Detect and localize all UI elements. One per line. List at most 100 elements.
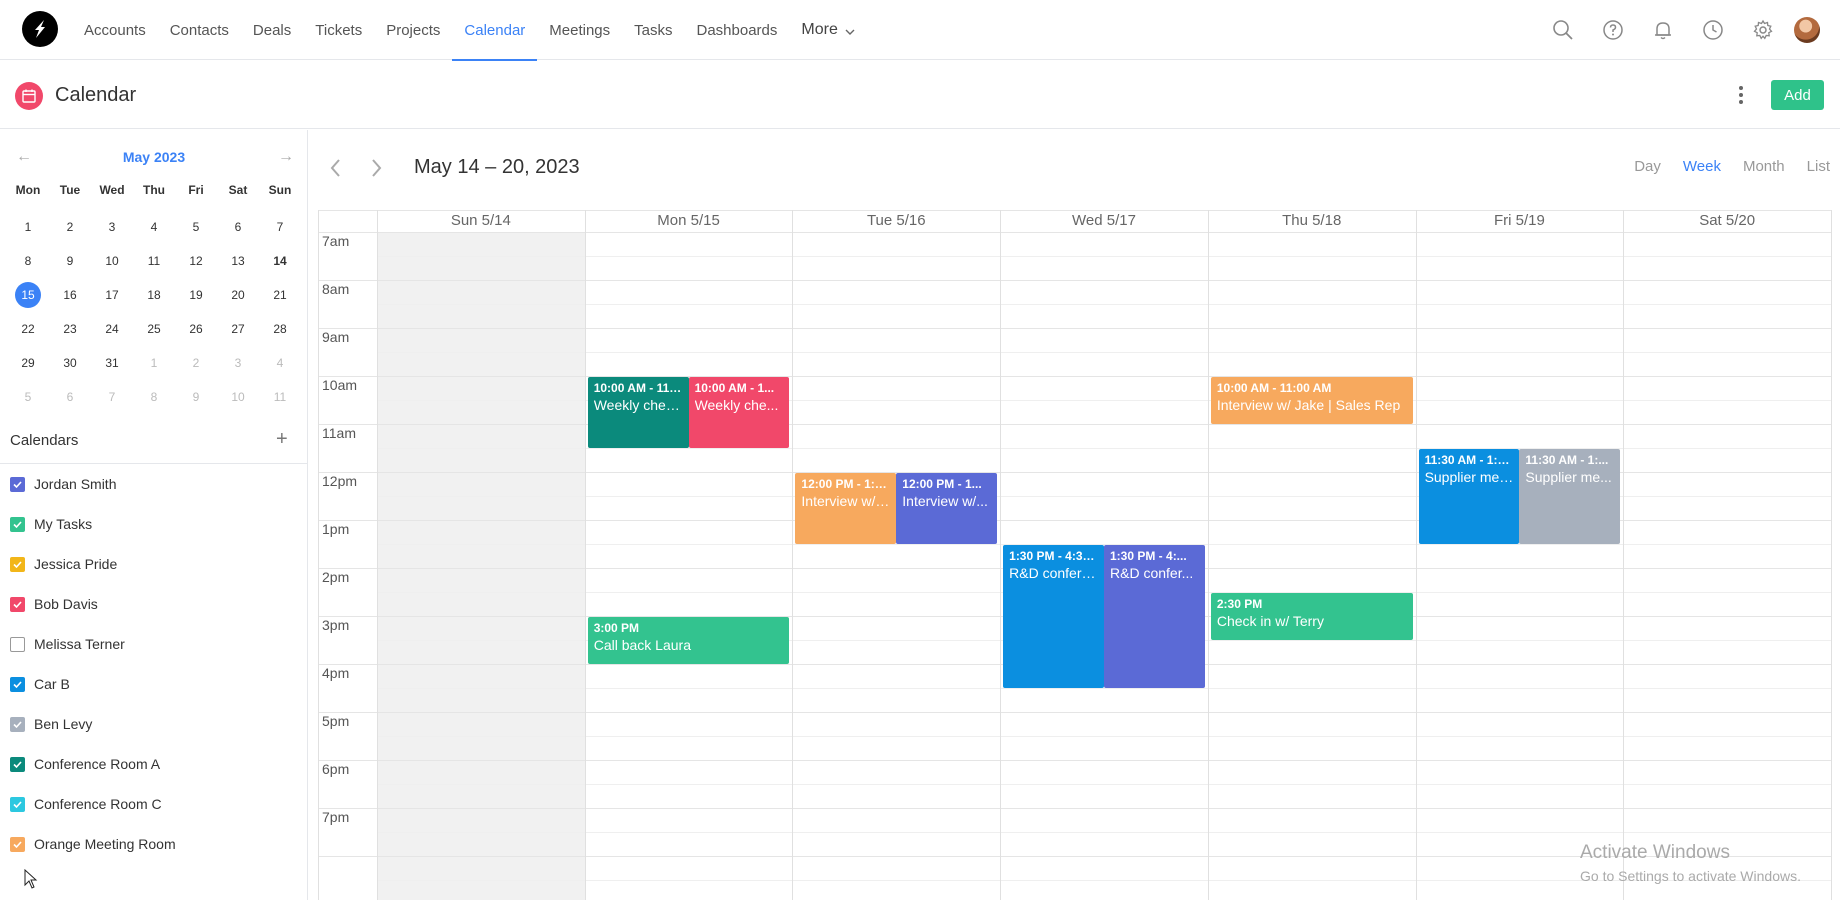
user-avatar[interactable] (1794, 17, 1820, 43)
mini-day-cell[interactable]: 27 (217, 312, 259, 346)
day-column-header[interactable]: Fri 5/19 (1416, 212, 1624, 230)
calendar-item-car-b[interactable]: Car B (0, 664, 308, 704)
mini-day-cell[interactable]: 8 (7, 244, 49, 278)
mini-day-cell[interactable]: 31 (91, 346, 133, 380)
nav-item-tickets[interactable]: Tickets (303, 0, 374, 60)
view-day-tab[interactable]: Day (1634, 158, 1661, 175)
next-week-arrow-icon[interactable] (366, 156, 386, 180)
mini-day-cell[interactable]: 18 (133, 278, 175, 312)
day-column-header[interactable]: Wed 5/17 (1000, 212, 1208, 230)
day-column-header[interactable]: Mon 5/15 (585, 212, 793, 230)
nav-item-contacts[interactable]: Contacts (158, 0, 241, 60)
calendar-event[interactable]: 1:30 PM - 4:... R&D confer... (1104, 545, 1205, 688)
mini-day-cell[interactable]: 10 (91, 244, 133, 278)
mini-day-cell[interactable]: 5 (7, 380, 49, 414)
nav-item-deals[interactable]: Deals (241, 0, 303, 60)
view-week-tab[interactable]: Week (1683, 158, 1721, 175)
checkbox-checked[interactable] (10, 836, 25, 852)
notifications-button[interactable] (1638, 0, 1688, 60)
history-button[interactable] (1688, 0, 1738, 60)
mini-day-cell[interactable]: 7 (259, 210, 301, 244)
calendar-event[interactable]: 10:00 AM - 1... Weekly che... (688, 377, 790, 448)
mini-day-cell[interactable]: 13 (217, 244, 259, 278)
calendar-event[interactable]: 1:30 PM - 4:30 PM R&D conference (1003, 545, 1104, 688)
day-column-header[interactable]: Tue 5/16 (792, 212, 1000, 230)
calendar-event[interactable]: 12:00 PM - 1... Interview w/... (896, 473, 998, 544)
mini-day-cell[interactable]: 19 (175, 278, 217, 312)
settings-button[interactable] (1738, 0, 1788, 60)
nav-item-tasks[interactable]: Tasks (622, 0, 684, 60)
day-column-header[interactable]: Sun 5/14 (377, 212, 585, 230)
checkbox-checked[interactable] (10, 716, 25, 732)
prev-week-arrow-icon[interactable] (326, 156, 346, 180)
calendar-event[interactable]: 10:00 AM - 11:00 AM Interview w/ Jake | S… (1210, 377, 1413, 424)
mini-day-cell[interactable]: 9 (175, 380, 217, 414)
calendar-event[interactable]: 10:00 AM - 11:30 Weekly check-in (587, 377, 689, 448)
mini-day-cell[interactable]: 2 (49, 210, 91, 244)
mini-calendar-title[interactable]: May 2023 (0, 149, 308, 165)
day-column-header[interactable]: Sat 5/20 (1623, 212, 1831, 230)
checkbox-checked[interactable] (10, 756, 25, 772)
checkbox-checked[interactable] (10, 676, 25, 692)
mini-day-cell[interactable]: 16 (49, 278, 91, 312)
search-button[interactable] (1538, 0, 1588, 60)
calendar-item-my-tasks[interactable]: My Tasks (0, 504, 308, 544)
calendar-item-conference-room-a[interactable]: Conference Room A (0, 744, 308, 784)
mini-day-cell[interactable]: 14 (259, 244, 301, 278)
mini-day-cell[interactable]: 3 (217, 346, 259, 380)
mini-day-cell[interactable]: 26 (175, 312, 217, 346)
mini-day-cell[interactable]: 9 (49, 244, 91, 278)
add-calendar-plus-icon[interactable]: + (276, 428, 288, 451)
checkbox-checked[interactable] (10, 476, 25, 492)
view-month-tab[interactable]: Month (1743, 158, 1785, 175)
help-button[interactable] (1588, 0, 1638, 60)
nav-item-projects[interactable]: Projects (374, 0, 452, 60)
mini-day-cell[interactable]: 23 (49, 312, 91, 346)
mini-day-cell[interactable]: 12 (175, 244, 217, 278)
mini-day-cell[interactable]: 24 (91, 312, 133, 346)
mini-day-cell[interactable]: 5 (175, 210, 217, 244)
day-column-header[interactable]: Thu 5/18 (1208, 212, 1416, 230)
calendar-event[interactable]: 12:00 PM - 1:30 P Interview w/ So (795, 473, 897, 544)
mini-day-cell[interactable]: 25 (133, 312, 175, 346)
nav-item-dashboards[interactable]: Dashboards (685, 0, 790, 60)
mini-day-cell[interactable]: 4 (259, 346, 301, 380)
mini-day-cell[interactable]: 8 (133, 380, 175, 414)
mini-day-cell[interactable]: 20 (217, 278, 259, 312)
mini-day-cell[interactable]: 3 (91, 210, 133, 244)
calendar-item-bob-davis[interactable]: Bob Davis (0, 584, 308, 624)
mini-day-cell[interactable]: 28 (259, 312, 301, 346)
checkbox-checked[interactable] (10, 516, 25, 532)
nav-item-calendar[interactable]: Calendar (452, 0, 538, 61)
mini-day-cell[interactable]: 1 (7, 210, 49, 244)
checkbox-checked[interactable] (10, 556, 25, 572)
checkbox-checked[interactable] (10, 596, 25, 612)
calendar-item-jessica-pride[interactable]: Jessica Pride (0, 544, 308, 584)
mini-next-month-arrow-icon[interactable]: → (276, 148, 296, 168)
nav-item-accounts[interactable]: Accounts (72, 0, 158, 60)
mini-day-cell[interactable]: 30 (49, 346, 91, 380)
nav-item-meetings[interactable]: Meetings (537, 0, 622, 60)
checkbox-unchecked[interactable] (10, 636, 25, 652)
calendar-item-ben-levy[interactable]: Ben Levy (0, 704, 308, 744)
mini-day-cell[interactable]: 15 (7, 278, 49, 312)
mini-day-cell[interactable]: 22 (7, 312, 49, 346)
mini-day-cell[interactable]: 6 (49, 380, 91, 414)
mini-day-cell[interactable]: 11 (259, 380, 301, 414)
calendar-event[interactable]: 2:30 PM Check in w/ Terry (1210, 593, 1413, 640)
mini-day-cell[interactable]: 11 (133, 244, 175, 278)
mini-day-cell[interactable]: 7 (91, 380, 133, 414)
mini-day-cell[interactable]: 10 (217, 380, 259, 414)
calendar-event[interactable]: 3:00 PM Call back Laura (587, 617, 790, 664)
add-button[interactable]: Add (1771, 80, 1824, 110)
mini-day-cell[interactable]: 2 (175, 346, 217, 380)
mini-day-cell[interactable]: 6 (217, 210, 259, 244)
calendar-item-conference-room-c[interactable]: Conference Room C (0, 784, 308, 824)
app-logo[interactable] (22, 11, 58, 47)
mini-day-cell[interactable]: 4 (133, 210, 175, 244)
checkbox-checked[interactable] (10, 796, 25, 812)
more-options-icon[interactable] (1730, 84, 1752, 106)
nav-more-menu[interactable]: More (789, 0, 867, 60)
mini-day-cell[interactable]: 29 (7, 346, 49, 380)
calendar-item-melissa-terner[interactable]: Melissa Terner (0, 624, 308, 664)
